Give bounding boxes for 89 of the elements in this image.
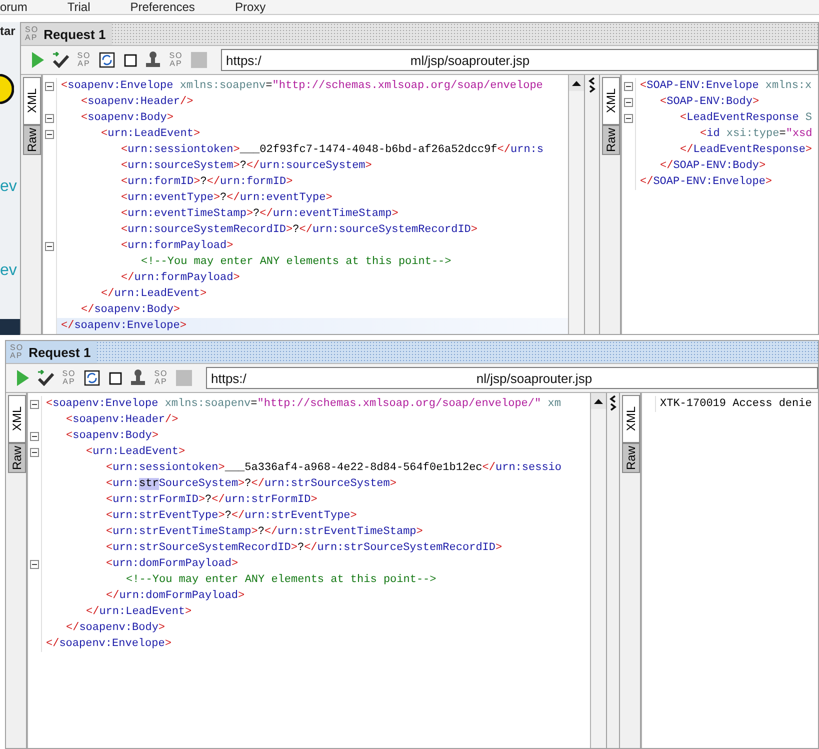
code-line: </urn:LeadEvent>	[100, 287, 208, 302]
splitter-arrows-icon[interactable]	[588, 77, 596, 93]
code-line: <soapenv:Header/>	[80, 95, 194, 110]
soap-button[interactable]: SO AP	[75, 50, 93, 70]
collapse-icon[interactable]	[624, 98, 633, 106]
submit-button[interactable]	[37, 368, 55, 388]
soap-button[interactable]: SO AP	[167, 50, 185, 70]
editor-tab[interactable]: XML	[602, 77, 620, 125]
menu-item[interactable]: Preferences	[130, 1, 195, 14]
collapse-icon[interactable]	[45, 82, 54, 90]
code-line: <soapenv:Body>	[80, 111, 174, 126]
dark-bar	[0, 319, 20, 335]
code-line: <urn:domFormPayload>	[105, 557, 240, 572]
scrollbar[interactable]	[568, 75, 584, 334]
collapse-icon[interactable]	[30, 560, 39, 568]
code-line: <SOAP-ENV:Envelope xmlns:x	[639, 79, 813, 94]
collapse-icon[interactable]	[30, 448, 39, 456]
scroll-up-button[interactable]	[569, 75, 584, 91]
code-line: <!--You may enter ANY elements at this point-->	[125, 573, 438, 588]
code-line: </soapenv:Body>	[80, 303, 182, 318]
editor-tab[interactable]: XML	[23, 77, 41, 125]
code-line: <urn:strSourceSystemRecordID>?</urn:strSourceSystemRecordID>	[105, 541, 504, 556]
stamp-button[interactable]	[129, 368, 147, 388]
refresh-button[interactable]	[98, 50, 116, 70]
submit-button[interactable]	[52, 50, 70, 70]
scrollbar[interactable]	[590, 393, 606, 748]
code-line: <urn:eventType>?</urn:eventType>	[120, 191, 334, 206]
soap-button[interactable]: SO AP	[152, 368, 170, 388]
collapse-icon[interactable]	[30, 400, 39, 408]
code-line: </SOAP-ENV:Envelope>	[639, 175, 774, 190]
code-line: XTK-170019 Access denie	[659, 397, 813, 412]
menu-item[interactable]: Proxy	[234, 1, 266, 14]
code-line: <soapenv:Header/>	[65, 413, 180, 428]
round-logo-icon	[0, 74, 14, 104]
code-line: <urn:strFormID>?</urn:strFormID>	[105, 493, 318, 508]
url-field[interactable]: https:/ ml/jsp/soaprouter.jsp	[221, 49, 818, 71]
splitter-arrows-icon[interactable]	[609, 395, 617, 411]
menu-item[interactable]: orum	[0, 1, 28, 14]
tab-label[interactable]: tar	[0, 24, 16, 38]
code-line: <urn:LeadEvent>	[100, 127, 202, 142]
collapse-icon[interactable]	[624, 114, 633, 122]
scroll-up-button[interactable]	[591, 393, 606, 409]
code-line: </soapenv:Envelope>	[45, 637, 172, 652]
code-line: <SOAP-ENV:Body>	[659, 95, 760, 110]
code-line: <urn:eventTimeStamp>?</urn:eventTimeStamp>	[120, 207, 400, 222]
collapse-icon[interactable]	[30, 432, 39, 440]
code-line: </soapenv:Body>	[65, 621, 166, 636]
code-line: <urn:formID>?</urn:formID>	[120, 175, 294, 190]
collapse-icon[interactable]	[45, 114, 54, 122]
code-line: <urn:strEventTimeStamp>?</urn:strEventTimeStamp>	[105, 525, 424, 540]
stamp-button[interactable]	[144, 50, 162, 70]
collapse-icon[interactable]	[624, 82, 633, 90]
soap-label: SO AP	[10, 344, 24, 360]
editor-tab[interactable]: Raw	[622, 443, 640, 473]
code-line: </urn:domFormPayload>	[105, 589, 246, 604]
collapse-icon[interactable]	[45, 130, 54, 138]
code-line: <LeadEventResponse S	[679, 111, 814, 126]
code-line: <urn:strEventType>?</urn:strEventType>	[105, 509, 358, 524]
code-line: </SOAP-ENV:Body>	[659, 159, 767, 174]
refresh-button[interactable]	[83, 368, 101, 388]
code-line: </LeadEventResponse>	[679, 143, 814, 158]
code-line: <urn:formPayload>	[120, 239, 234, 254]
request-title[interactable]: Request 1	[44, 26, 106, 42]
code-line: <soapenv:Envelope xmlns:soapenv="http://schemas.xmlsoap.org/soap/envelope/" xm	[45, 397, 562, 412]
code-line: </urn:LeadEvent>	[85, 605, 193, 620]
up-arrow-icon	[572, 80, 581, 86]
code-line: <id xsi:type="xsd	[699, 127, 814, 142]
code-line: <soapenv:Body>	[65, 429, 160, 444]
editor-tab[interactable]: XML	[622, 395, 640, 443]
code-line: <!--You may enter ANY elements at this point-->	[140, 255, 452, 270]
collapse-icon[interactable]	[45, 242, 54, 250]
editor-tab[interactable]: Raw	[602, 125, 620, 155]
url-field[interactable]: https:/ nl/jsp/soaprouter.jsp	[206, 367, 818, 389]
code-line: </urn:formPayload>	[120, 271, 241, 286]
code-line: <soapenv:Envelope xmlns:soapenv="http://schemas.xmlsoap.org/soap/envelope	[60, 79, 544, 94]
editor-tab[interactable]: Raw	[8, 443, 26, 473]
code-line: <urn:sessiontoken>___02f93fc7-1474-4048-b6bd-af26a52dcc9f</urn:s	[120, 143, 545, 158]
code-line: <urn:sessiontoken>___5a336af4-a968-4e22-8d84-564f0e1b12ec</urn:sessio	[105, 461, 563, 476]
code-line: <urn:strSourceSystem>?</urn:strSourceSystem>	[105, 477, 398, 492]
code-line: <urn:sourceSystem>?</urn:sourceSystem>	[120, 159, 373, 174]
code-line: <urn:LeadEvent>	[85, 445, 186, 460]
up-arrow-icon	[594, 398, 603, 404]
editor-tab[interactable]: Raw	[23, 125, 41, 155]
request-title[interactable]: Request 1	[28, 344, 91, 360]
editor-tab[interactable]: XML	[8, 395, 26, 443]
soap-button[interactable]: SO AP	[60, 368, 78, 388]
soap-label: SO AP	[25, 26, 39, 42]
menu-item[interactable]: Trial	[67, 1, 90, 14]
code-line: <urn:sourceSystemRecordID>?</urn:sourceSystemRecordID>	[120, 223, 479, 238]
